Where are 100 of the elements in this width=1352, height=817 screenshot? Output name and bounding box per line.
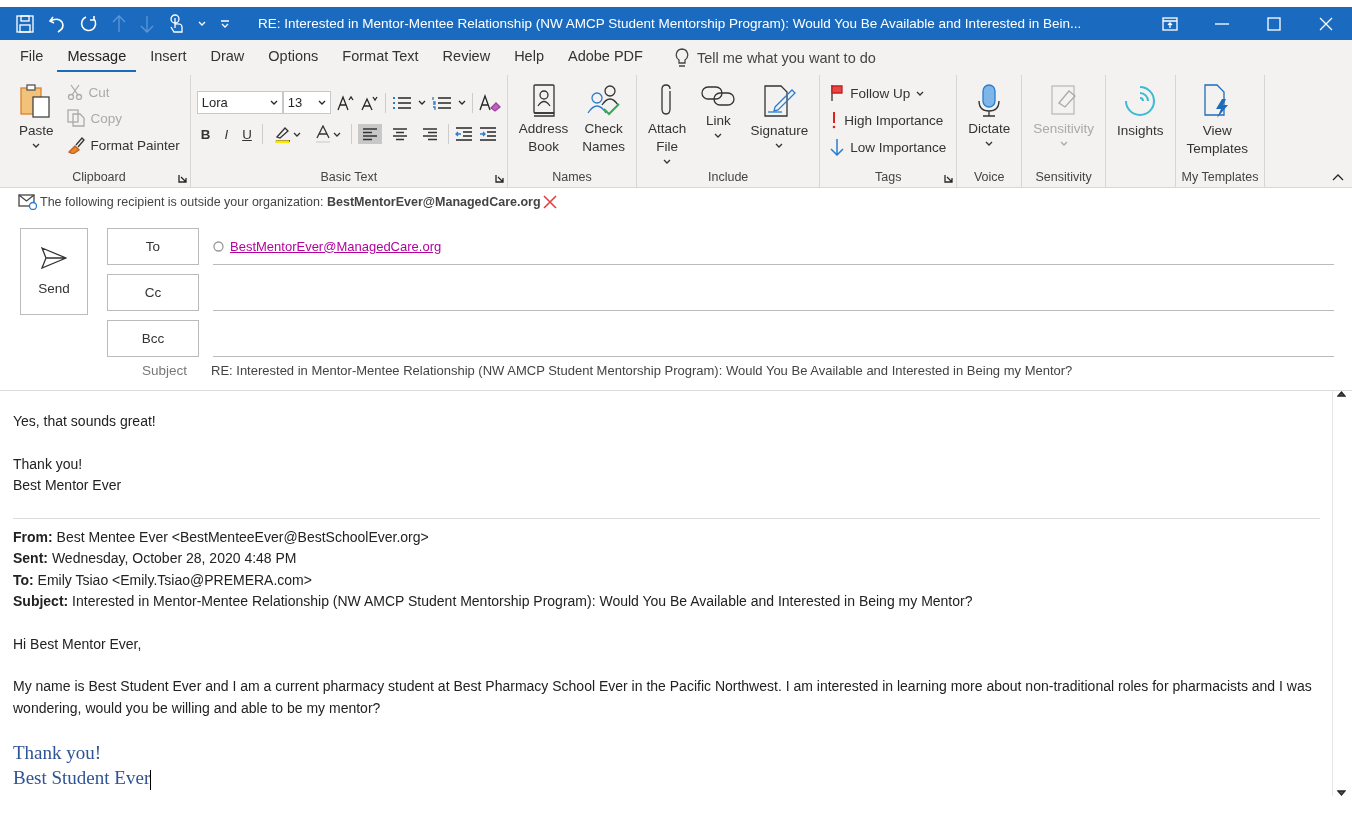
quoted-header-line: From: Best Mentee Ever <BestMenteeEver@BestSchoolEver.org> xyxy=(13,527,430,547)
group-label: Names xyxy=(552,170,592,184)
group-label: Sensitivity xyxy=(1035,170,1092,184)
ribbon-tab[interactable]: Options xyxy=(258,43,329,72)
maximize-icon xyxy=(1267,16,1281,31)
caret-icon xyxy=(714,133,723,138)
ribbon-button[interactable]: Insights xyxy=(1112,81,1169,161)
signature-line: Thank you! xyxy=(13,742,102,763)
subject-field[interactable]: RE: Interested in Mentor-Mentee Relationship (NW AMCP Student Mentorship Program): Would You Be Available and Interested in Being my Mentor? xyxy=(211,363,1073,378)
underline-button[interactable]: U xyxy=(238,123,256,145)
italic-button[interactable]: I xyxy=(220,123,233,145)
save-icon xyxy=(16,14,34,33)
address-button[interactable]: Cc xyxy=(107,274,199,311)
dialog-launcher-icon[interactable] xyxy=(494,174,504,183)
launcher-arrow-icon xyxy=(494,174,504,183)
ribbon-button[interactable]: Signature xyxy=(745,81,814,161)
caret-icon xyxy=(292,131,301,137)
ribbon-tab[interactable]: Insert xyxy=(140,43,197,72)
caret-icon xyxy=(457,100,466,105)
caret-icon xyxy=(775,143,784,148)
ribbon-tab[interactable]: File xyxy=(10,43,54,72)
ribbon-tab[interactable]: Message xyxy=(57,43,137,72)
send-icon xyxy=(41,247,67,269)
window-title: RE: Interested in Mentor-Mentee Relationship (NW AMCP Student Mentorship Program): Would You Be Available and Interested in Bein... xyxy=(258,16,1083,31)
send-button[interactable]: Send xyxy=(20,228,88,315)
decrease-indent-icon xyxy=(454,127,473,141)
caret-icon xyxy=(916,90,925,96)
copy-icon xyxy=(66,109,85,127)
body-paragraph: My name is Best Student Ever and I am a current pharmacy student at Best Pharmacy School Ever in the Pacific Northwest. I am interested in learning more about non-traditional roles for pharmacists and I was wondering, would you be willing and able to be my mentor? xyxy=(13,677,1313,718)
ribbon-button[interactable]: Format Painter xyxy=(62,133,184,157)
ribbon-button[interactable]: Dictate xyxy=(963,81,1016,161)
recipient-link[interactable]: BestMentorEver@ManagedCare.org xyxy=(230,238,442,254)
body-paragraph: Hi Best Mentor Ever, xyxy=(13,634,143,654)
group-label: Include xyxy=(708,170,749,184)
group-label: Tags xyxy=(875,170,902,184)
align-button[interactable] xyxy=(357,124,382,144)
people-check-icon xyxy=(585,83,622,117)
subject-label: Subject xyxy=(140,363,188,378)
ribbon-button[interactable]: Link xyxy=(695,81,742,161)
grow-font-icon xyxy=(336,94,355,111)
font-color-icon xyxy=(314,125,331,143)
close-icon xyxy=(1319,16,1333,31)
caret-icon xyxy=(332,131,341,137)
customize-icon xyxy=(220,19,230,28)
address-button[interactable]: To xyxy=(107,228,199,265)
up-arrow-icon xyxy=(112,14,126,33)
tell-me-field[interactable]: Tell me what you want to do xyxy=(696,49,937,66)
mail-info-icon xyxy=(18,194,38,210)
group-label: Clipboard xyxy=(72,170,126,184)
ribbon-button[interactable]: Address Book xyxy=(513,81,574,161)
font-size-dropdown[interactable]: 13 xyxy=(282,91,331,114)
bullet-list-icon xyxy=(391,94,412,111)
caret-icon xyxy=(417,100,426,105)
shrink-font-icon xyxy=(360,94,379,111)
minimize-icon xyxy=(1215,22,1229,25)
ribbon-button[interactable]: Check Names xyxy=(577,81,631,161)
link-icon xyxy=(700,83,737,109)
ribbon-button[interactable]: Follow Up xyxy=(826,81,951,105)
ribbon-button[interactable]: View Templates xyxy=(1181,81,1254,161)
signature-icon xyxy=(762,83,797,119)
increase-indent-icon xyxy=(478,127,497,141)
bold-button[interactable]: B xyxy=(196,123,215,145)
dialog-launcher-icon[interactable] xyxy=(944,174,954,183)
ribbon-button[interactable]: High Importance xyxy=(826,108,951,132)
caret-icon xyxy=(269,100,278,105)
caret-icon xyxy=(985,141,994,146)
scissors-icon xyxy=(66,84,83,100)
ribbon-tab[interactable]: Review xyxy=(432,43,501,72)
redo-icon xyxy=(80,14,98,33)
caret-icon xyxy=(663,159,672,164)
body-text: Yes, that sounds great! xyxy=(13,412,157,431)
scroll-up-icon xyxy=(1337,391,1346,397)
address-field[interactable]: BestMentorEver@ManagedCare.org xyxy=(213,228,1334,265)
scroll-down-icon xyxy=(1337,790,1346,796)
down-arrow-icon xyxy=(830,138,845,156)
flag-icon xyxy=(830,84,845,102)
caret-icon xyxy=(1059,141,1068,146)
font-name-dropdown[interactable]: Lora xyxy=(196,91,283,114)
ribbon-button[interactable]: Low Importance xyxy=(826,135,951,159)
touch-mode-icon xyxy=(168,13,184,34)
caret-icon xyxy=(198,21,206,26)
ribbon-tab[interactable]: Adobe PDF xyxy=(557,43,653,72)
lightbulb-icon xyxy=(674,47,689,68)
down-arrow-icon xyxy=(140,14,154,33)
dialog-launcher-icon[interactable] xyxy=(177,174,187,183)
align-right-icon xyxy=(421,127,438,141)
ribbon-display-icon xyxy=(1162,16,1178,31)
ribbon-tab[interactable]: Draw xyxy=(200,43,255,72)
body-text: Thank you! xyxy=(13,454,84,474)
ribbon-tab[interactable]: Format Text xyxy=(332,43,429,72)
numbered-list-icon xyxy=(431,94,452,111)
ribbon-tab[interactable]: Help xyxy=(504,43,554,72)
highlighter-icon xyxy=(272,125,291,143)
clear-formatting-icon xyxy=(478,93,501,112)
address-button[interactable]: Bcc xyxy=(107,320,199,357)
ribbon-button[interactable]: Paste xyxy=(14,81,59,161)
microphone-icon xyxy=(976,83,1003,117)
ribbon-button[interactable]: Attach File xyxy=(643,81,692,166)
group-label: Voice xyxy=(973,170,1005,184)
undo-icon xyxy=(48,14,66,33)
